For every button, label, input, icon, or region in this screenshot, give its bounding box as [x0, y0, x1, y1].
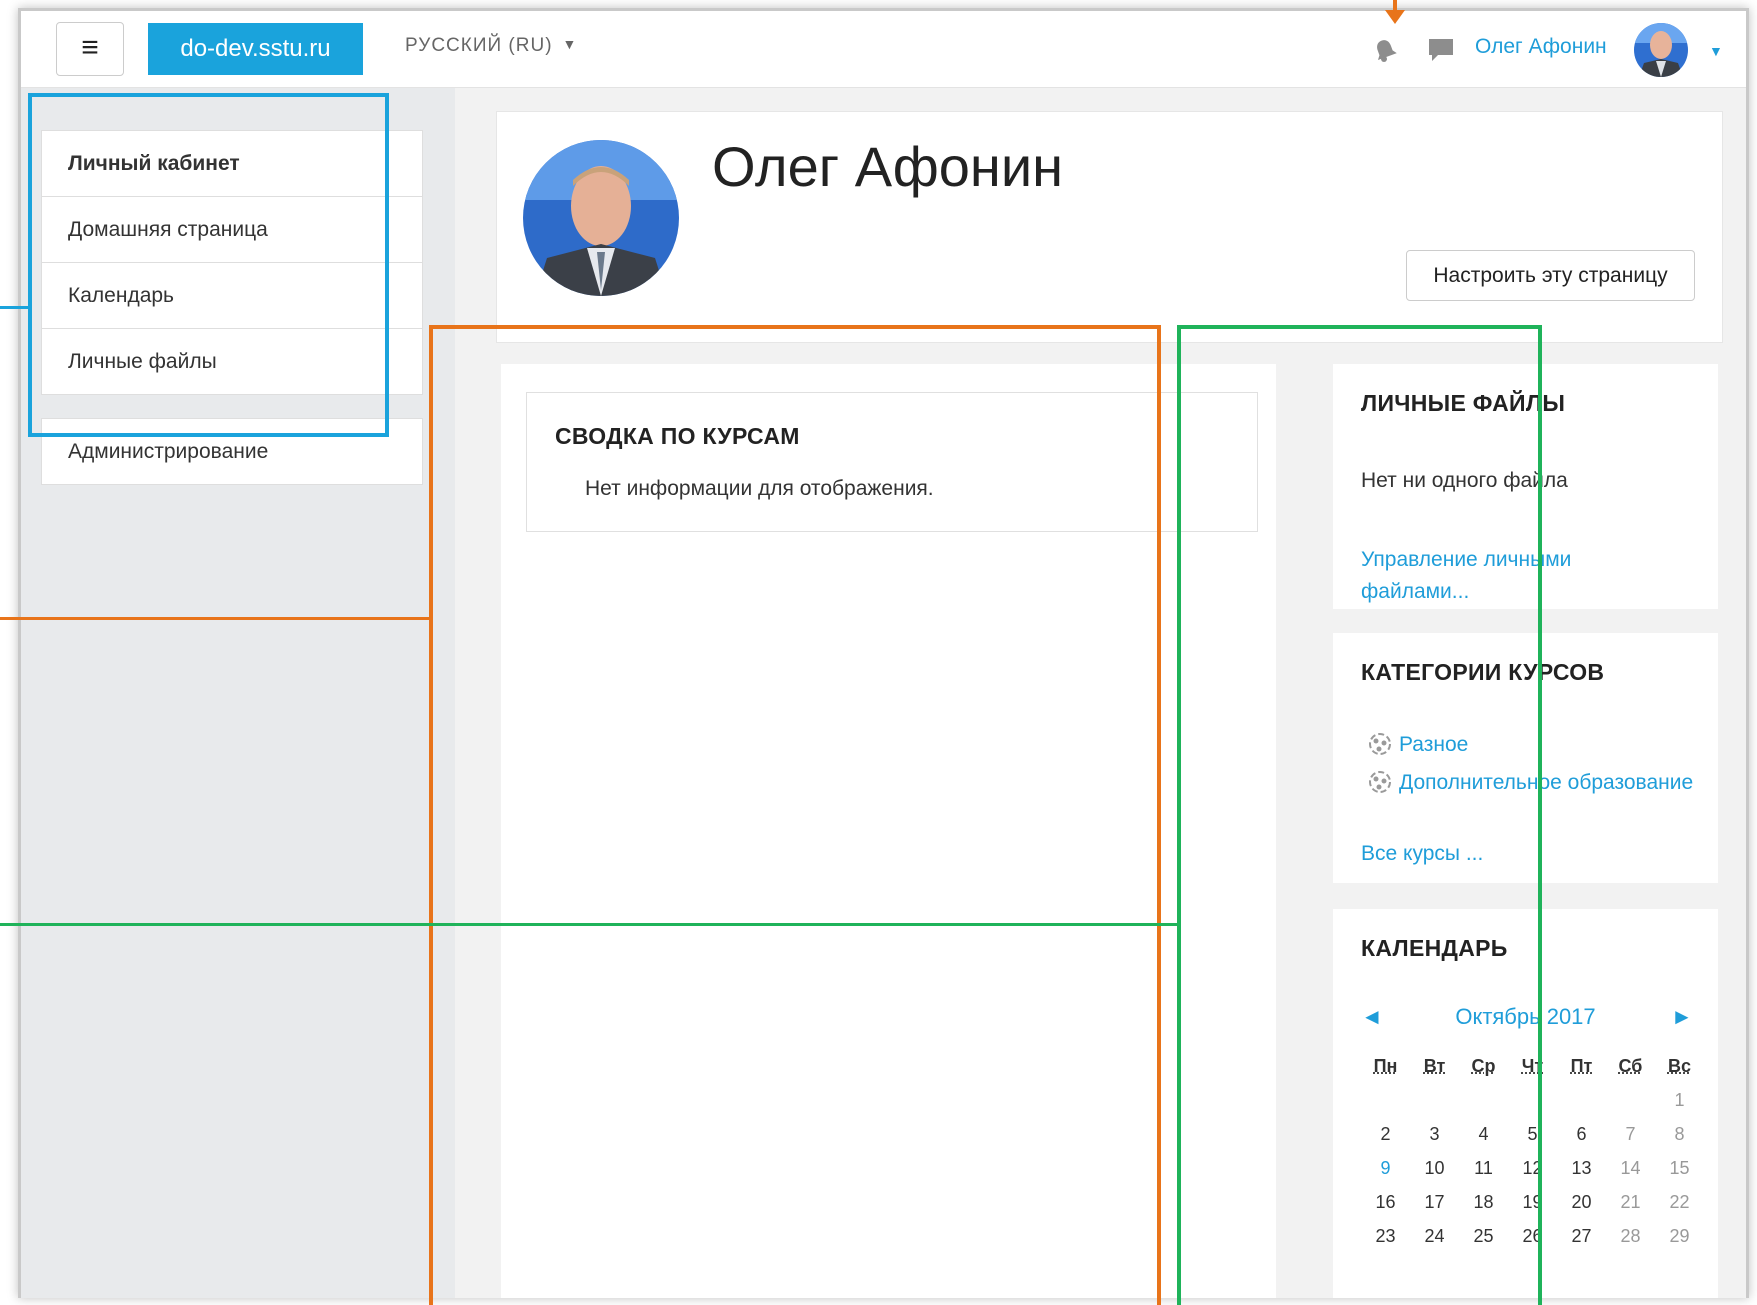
calendar-day[interactable]: 11	[1459, 1151, 1508, 1185]
calendar-day[interactable]: 5	[1508, 1117, 1557, 1151]
calendar-day[interactable]: 26	[1508, 1219, 1557, 1253]
calendar-day[interactable]: 21	[1606, 1185, 1655, 1219]
calendar-block: КАЛЕНДАРЬ Октябрь 2017 ◄ ► Пн Вт Ср Чт Пт Сб В…	[1333, 909, 1718, 1298]
calendar-day[interactable]: 23	[1361, 1219, 1410, 1253]
page-title: Олег Афонин	[712, 134, 1063, 199]
category-item[interactable]: Разное	[1361, 729, 1701, 761]
calendar-day[interactable]: 19	[1508, 1185, 1557, 1219]
nav-item-private-files[interactable]: Личные файлы	[42, 328, 422, 394]
bell-icon[interactable]	[1371, 36, 1399, 64]
calendar-weekday: Сб	[1606, 1049, 1655, 1083]
calendar-title: КАЛЕНДАРЬ	[1361, 935, 1508, 962]
calendar-weekday: Ср	[1459, 1049, 1508, 1083]
calendar-day[interactable]: 27	[1557, 1219, 1606, 1253]
manage-files-link[interactable]: Управление личными файлами...	[1361, 544, 1681, 608]
nav-list: Личный кабинет Домашняя страница Календа…	[41, 130, 423, 395]
main-content: СВОДКА ПО КУРСАМ Нет информации для отоб…	[501, 364, 1276, 1298]
calendar-day[interactable]: 4	[1459, 1117, 1508, 1151]
page-header: Олег Афонин Настроить эту страницу	[496, 111, 1723, 343]
category-icon	[1369, 771, 1391, 793]
course-categories-title: КАТЕГОРИИ КУРСОВ	[1361, 659, 1604, 686]
calendar-month: Октябрь 2017	[1333, 1004, 1718, 1030]
calendar-grid: Пн Вт Ср Чт Пт Сб Вс 1 2 3 4 5 6 7 8 9 10 11 12 13 14 15 16 17…	[1361, 1049, 1704, 1253]
calendar-day[interactable]: 14	[1606, 1151, 1655, 1185]
private-files-title: ЛИЧНЫЕ ФАЙЛЫ	[1361, 390, 1565, 417]
profile-avatar	[523, 140, 679, 296]
calendar-weekday: Пт	[1557, 1049, 1606, 1083]
calendar-day[interactable]: 16	[1361, 1185, 1410, 1219]
all-courses-link[interactable]: Все курсы ...	[1361, 838, 1701, 870]
course-overview-empty-text: Нет информации для отображения.	[585, 477, 934, 501]
top-navbar: ≡ do-dev.sstu.ru РУССКИЙ (RU) ▼ Олег Афон…	[21, 11, 1746, 88]
private-files-block: ЛИЧНЫЕ ФАЙЛЫ Нет ни одного файла Управле…	[1333, 364, 1718, 609]
annotation-line-green	[0, 923, 1179, 926]
nav-admin-box: Администрирование	[41, 418, 423, 485]
nav-item-dashboard[interactable]: Личный кабинет	[42, 131, 422, 196]
category-link-misc[interactable]: Разное	[1399, 733, 1468, 756]
calendar-day[interactable]: 25	[1459, 1219, 1508, 1253]
nav-drawer: Личный кабинет Домашняя страница Календа…	[21, 88, 455, 1298]
hamburger-button[interactable]: ≡	[56, 22, 124, 76]
calendar-day[interactable]: 17	[1410, 1185, 1459, 1219]
calendar-day[interactable]: 6	[1557, 1117, 1606, 1151]
calendar-weekday: Вт	[1410, 1049, 1459, 1083]
calendar-week-row: 16 17 18 19 20 21 22	[1361, 1185, 1704, 1219]
chat-icon[interactable]	[1426, 36, 1456, 64]
calendar-week-row: 2345678	[1361, 1117, 1704, 1151]
category-icon	[1369, 733, 1391, 755]
customise-page-button[interactable]: Настроить эту страницу	[1406, 250, 1695, 301]
calendar-day[interactable]: 7	[1606, 1117, 1655, 1151]
category-item[interactable]: Дополнительное образование	[1361, 767, 1701, 799]
calendar-day[interactable]: 24	[1410, 1219, 1459, 1253]
annotation-line-blue	[0, 306, 28, 309]
user-menu-name[interactable]: Олег Афонин	[1475, 35, 1607, 59]
calendar-day[interactable]: 9	[1361, 1151, 1410, 1185]
calendar-day[interactable]: 10	[1410, 1151, 1459, 1185]
chevron-down-icon: ▼	[563, 36, 578, 52]
calendar-prev-icon[interactable]: ◄	[1361, 1004, 1383, 1030]
calendar-day[interactable]: 18	[1459, 1185, 1508, 1219]
course-overview-title: СВОДКА ПО КУРСАМ	[555, 423, 800, 450]
language-label: РУССКИЙ (RU)	[405, 35, 553, 56]
private-files-empty-text: Нет ни одного файла	[1361, 469, 1568, 493]
annotation-line-orange	[0, 617, 431, 620]
browser-frame: ≡ do-dev.sstu.ru РУССКИЙ (RU) ▼ Олег Афон…	[18, 8, 1749, 1298]
calendar-weekday: Пн	[1361, 1049, 1410, 1083]
calendar-day[interactable]: 22	[1655, 1185, 1704, 1219]
calendar-day[interactable]: 13	[1557, 1151, 1606, 1185]
calendar-day[interactable]: 28	[1606, 1219, 1655, 1253]
language-menu[interactable]: РУССКИЙ (RU) ▼	[405, 35, 577, 57]
nav-item-calendar[interactable]: Календарь	[42, 262, 422, 328]
calendar-day[interactable]: 1	[1655, 1083, 1704, 1117]
calendar-day	[1606, 1083, 1655, 1117]
calendar-week-row: 1	[1361, 1083, 1704, 1117]
calendar-next-icon[interactable]: ►	[1671, 1004, 1693, 1030]
calendar-week-row: 23 24 25 26 27 28 29	[1361, 1219, 1704, 1253]
calendar-day	[1410, 1083, 1459, 1117]
site-name-link[interactable]: do-dev.sstu.ru	[148, 23, 363, 75]
calendar-week-row: 9 10 11 12 13 14 15	[1361, 1151, 1704, 1185]
hamburger-icon: ≡	[81, 31, 99, 64]
calendar-day	[1361, 1083, 1410, 1117]
calendar-day[interactable]: 20	[1557, 1185, 1606, 1219]
calendar-day[interactable]: 2	[1361, 1117, 1410, 1151]
calendar-day[interactable]: 29	[1655, 1219, 1704, 1253]
nav-item-home[interactable]: Домашняя страница	[42, 196, 422, 262]
calendar-day	[1508, 1083, 1557, 1117]
calendar-day[interactable]: 8	[1655, 1117, 1704, 1151]
calendar-weekday: Чт	[1508, 1049, 1557, 1083]
user-avatar[interactable]	[1634, 23, 1688, 77]
calendar-weekday: Вс	[1655, 1049, 1704, 1083]
calendar-day[interactable]: 12	[1508, 1151, 1557, 1185]
nav-item-administration[interactable]: Администрирование	[42, 419, 422, 484]
calendar-day[interactable]: 3	[1410, 1117, 1459, 1151]
course-overview-block: СВОДКА ПО КУРСАМ Нет информации для отоб…	[526, 392, 1258, 532]
calendar-day[interactable]: 15	[1655, 1151, 1704, 1185]
calendar-day	[1459, 1083, 1508, 1117]
calendar-day	[1557, 1083, 1606, 1117]
chevron-down-icon[interactable]: ▼	[1709, 43, 1723, 59]
course-categories-block: КАТЕГОРИИ КУРСОВ Разное Дополнительное о…	[1333, 633, 1718, 883]
category-link-additional-education[interactable]: Дополнительное образование	[1399, 771, 1693, 794]
